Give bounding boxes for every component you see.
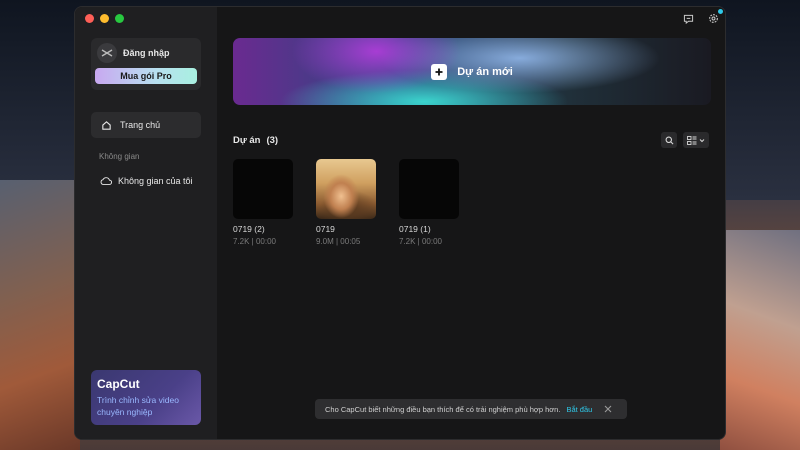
grid-view-icon [687,135,697,145]
cloud-icon [100,177,112,185]
login-card: Đăng nhập Mua gói Pro [91,38,201,90]
settings-icon[interactable] [708,13,719,24]
project-thumbnail[interactable] [399,159,459,219]
toast-message: Cho CapCut biết những điều bạn thích để … [325,404,561,414]
promo-subtitle: Trình chỉnh sửa video chuyên nghiệp [97,395,179,417]
sidebar-item-my-space[interactable]: Không gian của tôi [91,170,201,192]
minimize-window-button[interactable] [100,14,109,23]
view-toggle-button[interactable] [683,132,709,148]
maximize-window-button[interactable] [115,14,124,23]
top-toolbar [683,13,719,24]
sidebar-item-label: Trang chủ [120,120,161,130]
app-window: Đăng nhập Mua gói Pro Trang chủ Không gi… [74,6,726,440]
promo-brand: CapCut [97,377,140,391]
buy-pro-button[interactable]: Mua gói Pro [95,68,197,84]
login-link[interactable]: Đăng nhập [123,48,170,58]
close-icon[interactable] [604,405,612,413]
project-thumbnail[interactable] [316,159,376,219]
main-panel: Dự án mới Dự án (3) 0719 (2) 7.2K | 00:0… [217,7,725,439]
capcut-logo-icon[interactable] [97,43,117,63]
desktop-background-left [0,180,80,450]
feedback-toast: Cho CapCut biết những điều bạn thích để … [315,399,627,419]
window-controls [85,14,124,23]
project-name: 0719 [316,224,335,234]
desktop-background-right [720,230,800,450]
project-name: 0719 (2) [233,224,265,234]
projects-count: (3) [266,135,279,146]
toast-start-link[interactable]: Bắt đầu [566,405,592,414]
promo-card[interactable]: CapCut Trình chỉnh sửa video chuyên nghi… [91,370,201,425]
project-card[interactable]: 0719 (2) 7.2K | 00:00 [233,159,293,246]
project-meta: 7.2K | 00:00 [399,237,442,246]
close-window-button[interactable] [85,14,94,23]
project-meta: 9.0M | 00:05 [316,237,361,246]
plus-icon [431,63,448,80]
project-meta: 7.2K | 00:00 [233,237,276,246]
new-project-label: Dự án mới [457,65,513,78]
search-icon [665,136,673,144]
search-button[interactable] [661,132,677,148]
feedback-icon[interactable] [683,14,694,24]
sidebar-item-home[interactable]: Trang chủ [91,112,201,138]
home-icon [102,120,111,130]
project-card[interactable]: 0719 9.0M | 00:05 [316,159,376,246]
sidebar-item-label: Không gian của tôi [118,176,193,186]
chevron-down-icon [699,138,705,142]
project-card[interactable]: 0719 (1) 7.2K | 00:00 [399,159,459,246]
project-name: 0719 (1) [399,224,431,234]
sidebar: Đăng nhập Mua gói Pro Trang chủ Không gi… [75,7,217,439]
notification-dot [718,9,723,14]
projects-heading: Dự án (3) [233,135,278,146]
projects-title: Dự án [233,135,261,146]
section-heading-space: Không gian [99,152,140,161]
project-thumbnail[interactable] [233,159,293,219]
new-project-button[interactable]: Dự án mới [233,38,711,105]
